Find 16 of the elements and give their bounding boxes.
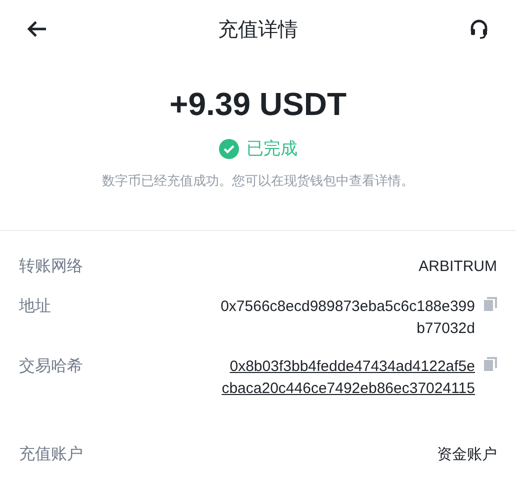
detail-value: 资金账户 (437, 445, 497, 465)
status-label: 已完成 (246, 138, 298, 160)
detail-value: 0x7566c8ecd989873eba5c6c188e399 b77032d (220, 297, 475, 339)
detail-label: 充值账户 (19, 444, 83, 465)
detail-value: ARBITRUM (418, 257, 497, 277)
detail-label: 交易哈希 (19, 356, 83, 377)
detail-label: 转账网络 (19, 256, 83, 277)
copy-icon (484, 297, 496, 311)
detail-label: 地址 (19, 296, 51, 317)
transaction-hash-link[interactable]: 0x8b03f3bb4fedde47434ad4122af5e cbaca20c446ce7492eb86ec37024115 (222, 356, 475, 400)
back-arrow-icon (26, 20, 48, 38)
page-title: 充值详情 (218, 16, 298, 42)
copy-icon (484, 357, 496, 371)
deposit-amount: +9.39 USDT (170, 86, 346, 123)
status-description: 数字币已经充值成功。您可以在现货钱包中查看详情。 (102, 173, 414, 190)
headset-icon (469, 19, 489, 39)
